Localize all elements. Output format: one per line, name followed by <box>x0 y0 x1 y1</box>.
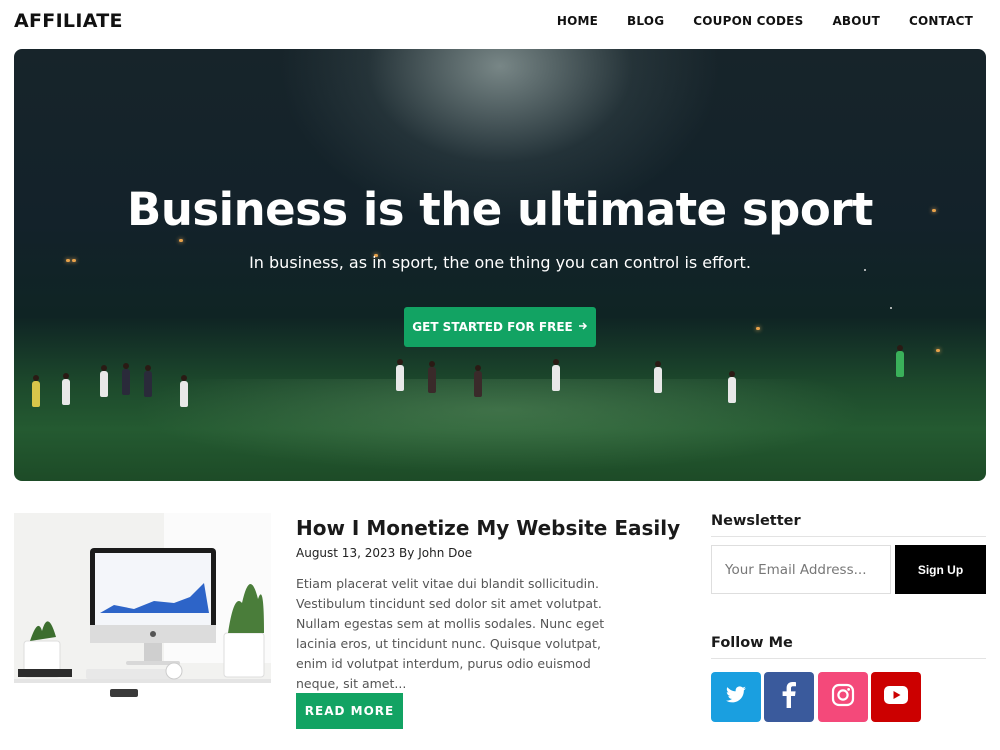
arrow-right-icon <box>578 320 588 334</box>
instagram-icon <box>831 683 855 711</box>
hero-subtitle: In business, as in sport, the one thing … <box>249 253 751 272</box>
instagram-button[interactable] <box>818 672 868 722</box>
email-input[interactable] <box>711 545 891 594</box>
hero-banner: Business is the ultimate sport In busine… <box>14 49 986 481</box>
main-nav: HOME BLOG COUPON CODES ABOUT CONTACT <box>557 14 973 28</box>
get-started-button[interactable]: GET STARTED FOR FREE <box>404 307 596 347</box>
site-header: AFFILIATE HOME BLOG COUPON CODES ABOUT C… <box>0 0 1000 44</box>
hero-title: Business is the ultimate sport <box>127 183 873 236</box>
nav-home[interactable]: HOME <box>557 14 598 28</box>
youtube-button[interactable] <box>871 672 921 722</box>
nav-contact[interactable]: CONTACT <box>909 14 973 28</box>
twitter-icon <box>725 686 747 708</box>
youtube-icon <box>884 686 908 708</box>
follow-heading: Follow Me <box>711 635 793 651</box>
post-excerpt: Etiam placerat velit vitae dui blandit s… <box>296 576 605 691</box>
facebook-button[interactable] <box>764 672 814 722</box>
sign-up-button[interactable]: Sign Up <box>895 545 986 594</box>
newsletter-heading: Newsletter <box>711 513 801 529</box>
nav-about[interactable]: ABOUT <box>832 14 880 28</box>
get-started-label: GET STARTED FOR FREE <box>412 320 573 334</box>
follow-divider <box>711 658 986 659</box>
post-thumbnail[interactable] <box>14 513 271 729</box>
newsletter-divider <box>711 536 986 537</box>
site-logo[interactable]: AFFILIATE <box>14 10 123 32</box>
post-meta: August 13, 2023 By John Doe <box>296 546 473 560</box>
twitter-button[interactable] <box>711 672 761 722</box>
post-title[interactable]: How I Monetize My Website Easily <box>296 516 680 540</box>
nav-coupon-codes[interactable]: COUPON CODES <box>693 14 803 28</box>
nav-blog[interactable]: BLOG <box>627 14 664 28</box>
read-more-button[interactable]: READ MORE <box>296 693 403 729</box>
facebook-icon <box>782 682 796 712</box>
